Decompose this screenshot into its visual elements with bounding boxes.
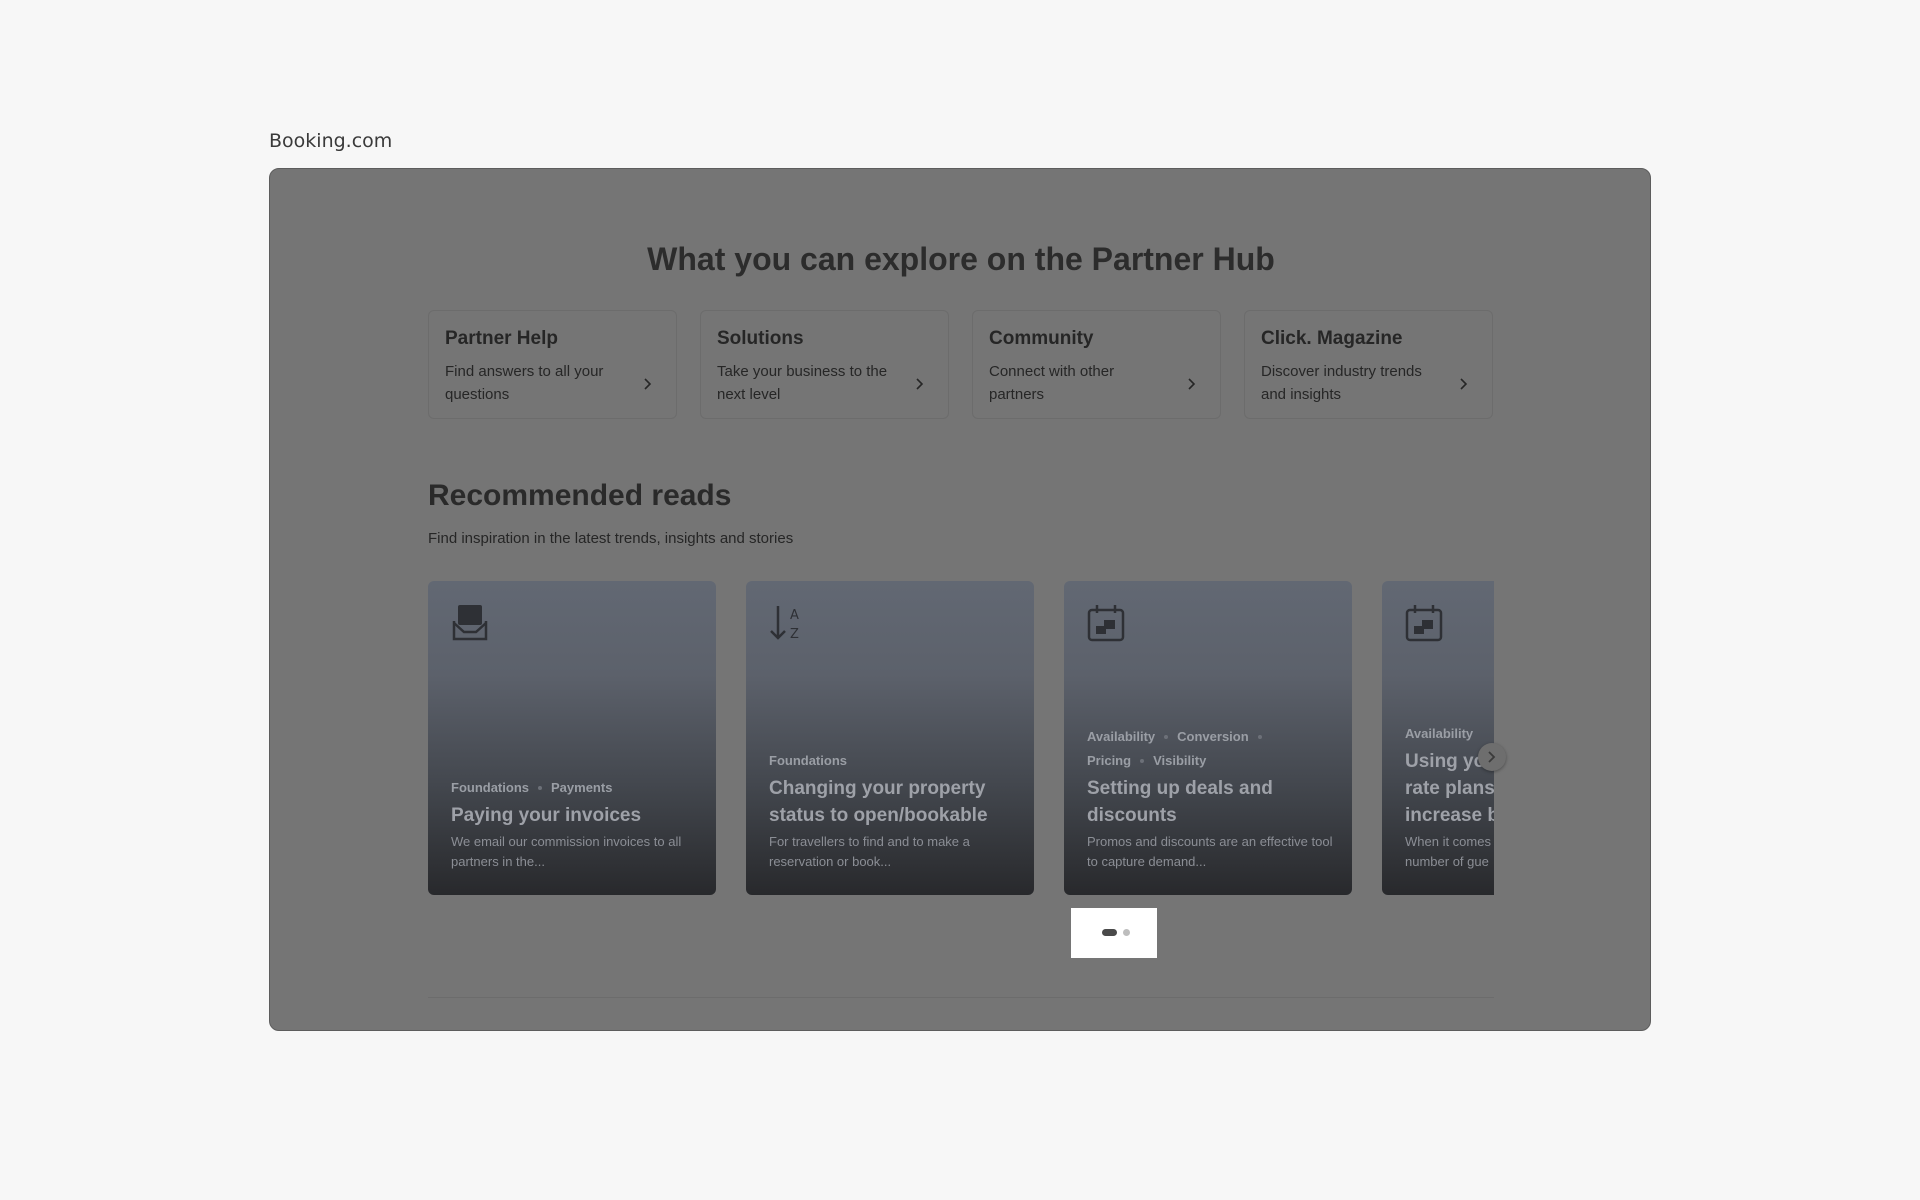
hub-card-click-magazine[interactable]: Click. Magazine Discover industry trends… — [1244, 310, 1493, 419]
read-card-desc: Promos and discounts are an effective to… — [1087, 834, 1333, 869]
reads-carousel: Foundations Payments Paying your invoices… — [428, 581, 1494, 897]
hub-cards: Partner Help Find answers to all your qu… — [428, 310, 1494, 419]
page-content: What you can explore on the Partner Hub … — [428, 169, 1494, 1030]
read-card-paying-invoices[interactable]: Foundations Payments Paying your invoices… — [428, 581, 716, 895]
tag: Foundations — [769, 753, 847, 768]
hub-card-title: Community — [989, 328, 1094, 349]
read-card-body: Availability Using yo rate plans increas… — [1405, 722, 1494, 872]
hub-card-desc: Take your business to the next level — [717, 363, 888, 403]
site-label: Booking.com — [269, 130, 393, 152]
recommended-reads-subtitle: Find inspiration in the latest trends, i… — [428, 530, 794, 547]
read-card-rate-plans[interactable]: Availability Using yo rate plans increas… — [1382, 581, 1494, 895]
pagination-dot[interactable] — [1123, 929, 1130, 936]
recommended-reads-title: Recommended reads — [428, 479, 732, 512]
pagination-dot-active[interactable] — [1102, 929, 1117, 936]
tag: Pricing — [1087, 753, 1132, 768]
read-card-desc: When it comes number of gue — [1405, 834, 1491, 869]
hub-card-title: Solutions — [717, 328, 804, 349]
read-card-body: Foundations Payments Paying your invoices… — [451, 776, 698, 872]
hub-card-title: Partner Help — [445, 328, 558, 349]
read-card-deals-discounts[interactable]: Availability Conversion Pricing Visibility … — [1064, 581, 1352, 895]
carousel-next-button[interactable] — [1478, 743, 1506, 771]
svg-text:Z: Z — [790, 627, 799, 642]
chevron-right-icon — [1488, 751, 1496, 763]
chevron-right-icon — [644, 378, 652, 390]
carousel-pagination — [1071, 908, 1157, 958]
hub-card-title: Click. Magazine — [1261, 328, 1403, 349]
hub-card-community[interactable]: Community Connect with other partners — [972, 310, 1221, 419]
read-card-title: Changing your property status to open/bo… — [769, 778, 988, 826]
read-card-body: Foundations Changing your property statu… — [769, 749, 1016, 872]
tag: Visibility — [1153, 753, 1207, 768]
read-card-tags: Availability Conversion Pricing Visibility — [1087, 725, 1334, 773]
tag: Conversion — [1177, 729, 1249, 744]
hub-card-desc: Connect with other partners — [989, 363, 1115, 403]
tag: Availability — [1087, 729, 1156, 744]
tag: Foundations — [451, 780, 529, 795]
chevron-right-icon — [1460, 378, 1468, 390]
read-card-tags: Availability — [1405, 722, 1494, 746]
hub-title: What you can explore on the Partner Hub — [647, 241, 1275, 277]
hub-card-desc: Discover industry trends and insights — [1261, 363, 1422, 403]
chevron-right-icon — [1188, 378, 1196, 390]
tag: Payments — [551, 780, 613, 795]
sort-az-icon: A Z — [770, 606, 799, 642]
svg-text:A: A — [790, 608, 799, 623]
calendar-icon — [1087, 605, 1125, 642]
read-card-property-status[interactable]: A Z Foundations Changing your property s… — [746, 581, 1034, 895]
hub-card-desc: Find answers to all your questions — [445, 363, 604, 403]
inbox-tray-icon — [452, 605, 488, 641]
read-card-title: Paying your invoices — [451, 805, 642, 826]
chevron-right-icon — [916, 378, 924, 390]
calendar-icon — [1405, 605, 1443, 642]
read-card-desc: For travellers to find and to make a res… — [769, 834, 970, 869]
hub-card-solutions[interactable]: Solutions Take your business to the next… — [700, 310, 949, 419]
tag: Availability — [1405, 726, 1474, 741]
read-card-tags: Foundations Payments — [451, 776, 698, 800]
hub-card-partner-help[interactable]: Partner Help Find answers to all your qu… — [428, 310, 677, 419]
read-card-body: Availability Conversion Pricing Visibility … — [1087, 725, 1334, 872]
read-card-tags: Foundations — [769, 749, 1016, 773]
read-card-title: Setting up deals and discounts — [1087, 778, 1273, 826]
modal-overlay-frame: What you can explore on the Partner Hub … — [269, 168, 1651, 1031]
read-card-desc: We email our commission invoices to all … — [451, 834, 682, 869]
section-divider — [428, 997, 1494, 998]
